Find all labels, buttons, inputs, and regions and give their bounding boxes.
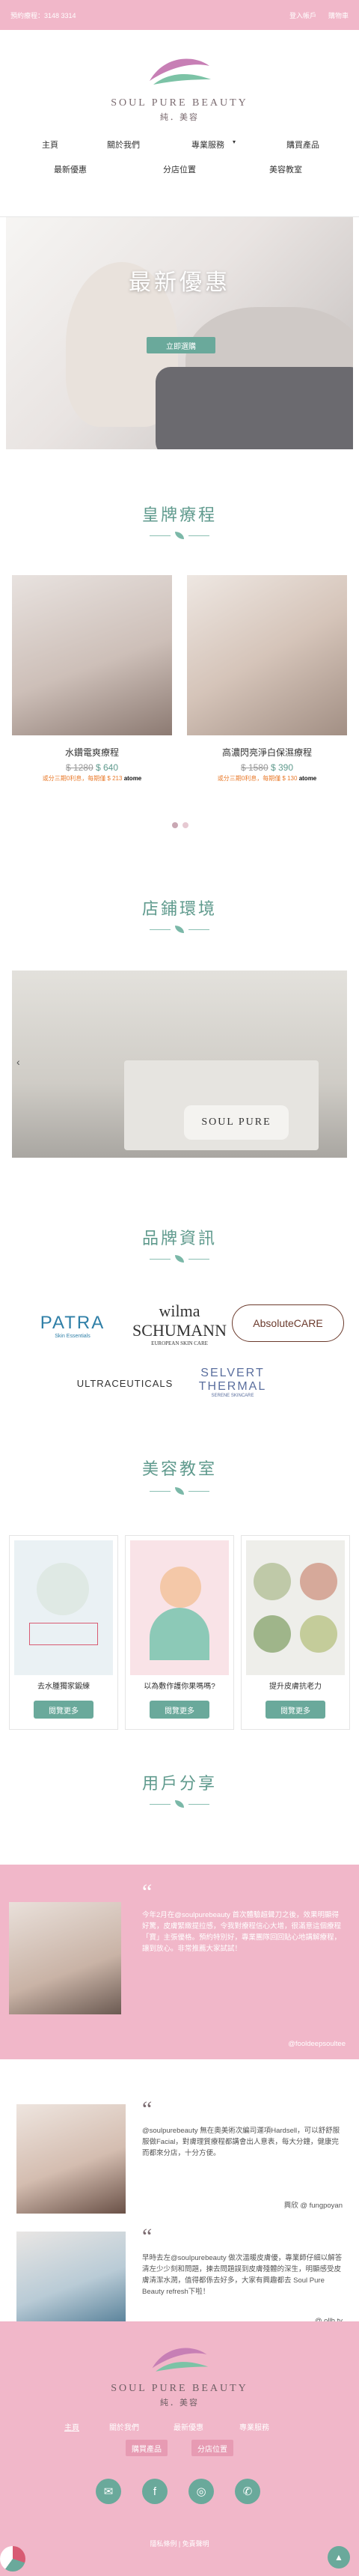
- leaf-divider-icon: [150, 926, 209, 933]
- read-more-button[interactable]: 閱覽更多: [150, 1701, 209, 1719]
- quote-icon: “: [142, 2224, 153, 2249]
- footer-branch-button[interactable]: 分店位置: [191, 2440, 233, 2456]
- footer-link[interactable]: 最新優惠: [174, 2421, 203, 2432]
- installment-note: 或分三期0利息，每期僅 $ 213: [42, 775, 123, 782]
- quote-icon: “: [142, 1880, 153, 1904]
- logo-en: SOUL PURE BEAUTY: [111, 97, 248, 109]
- installment-note: 或分三期0利息，每期僅 $ 130: [217, 775, 298, 782]
- new-price: $ 390: [271, 762, 294, 773]
- logo-cn: 純．美容: [160, 113, 199, 122]
- blog-title[interactable]: 去水腫獨家鍛練: [10, 1680, 117, 1691]
- old-price: $ 1280: [65, 762, 93, 773]
- footer-link[interactable]: 主頁: [64, 2421, 79, 2432]
- quote-icon: “: [142, 2097, 153, 2121]
- atome-logo: atome: [123, 775, 142, 782]
- nav-offers[interactable]: 最新優惠: [54, 163, 87, 175]
- read-more-button[interactable]: 閱覽更多: [266, 1701, 325, 1719]
- treatment-card[interactable]: 高濃閃亮淨白保濕療程 $ 1580 $ 390 或分三期0利息，每期僅 $ 13…: [187, 575, 347, 822]
- footer-link[interactable]: 關於我們: [109, 2421, 139, 2432]
- section-title-brands: 品牌資訊: [141, 1229, 217, 1248]
- whatsapp-icon[interactable]: ✆: [235, 2479, 260, 2504]
- footer-logo-en: SOUL PURE BEAUTY: [111, 2383, 248, 2394]
- site-header: SOUL PURE BEAUTY 純．美容 主頁 關於我們 專業服務 ▾ 購買產…: [0, 30, 359, 217]
- store-towel-label: SOUL PURE: [184, 1105, 289, 1140]
- section-title-store: 店鋪環境: [141, 899, 217, 918]
- carousel-dot[interactable]: [182, 822, 188, 828]
- leaf-divider-icon: [150, 1487, 209, 1495]
- leaf-divider-icon: [150, 1800, 209, 1808]
- treatment-name: 水鑽電爽療程: [64, 747, 119, 758]
- review-author: @fooldeepsoultee: [288, 2040, 346, 2048]
- review-author: 興欣 @ fungpoyan: [283, 2202, 343, 2210]
- nav-shop[interactable]: 購買產品: [286, 139, 319, 151]
- top-bar: 預約療程：3148 3314 登入帳戶 購物車: [0, 0, 359, 30]
- brand-absolutecare[interactable]: AbsoluteCARE: [232, 1304, 344, 1342]
- brand-patra[interactable]: PATRA Skin Essentials: [16, 1307, 129, 1344]
- nav-class[interactable]: 美容教室: [269, 163, 302, 175]
- hero-title: 最新優惠: [129, 270, 230, 295]
- leaf-divider-icon: [150, 532, 209, 539]
- hero-shop-button[interactable]: 立即選購: [147, 337, 215, 353]
- footer-logo-icon[interactable]: [142, 2341, 217, 2378]
- login-link[interactable]: 登入帳戶: [289, 10, 316, 20]
- old-price: $ 1580: [240, 762, 269, 773]
- store-photo: SOUL PURE: [12, 970, 347, 1158]
- review-photo: [16, 2104, 126, 2214]
- footer-link[interactable]: 專業服務: [239, 2421, 269, 2432]
- footer-logo-cn: 純．美容: [160, 2399, 199, 2408]
- review-text: 今年2月在@soulpurebeauty 首次體驗超聲刀之後，效果明顯得好驚，皮…: [142, 1911, 342, 1953]
- blog-title[interactable]: 以為敷作護你果嗎嗎?: [126, 1680, 233, 1691]
- blog-card[interactable]: 提升皮膚抗老力 閱覽更多: [241, 1535, 350, 1730]
- blog-card[interactable]: 以為敷作護你果嗎嗎? 閱覽更多: [125, 1535, 234, 1730]
- brand-wilma[interactable]: wilma SCHUMANN EUROPEAN SKIN CARE: [132, 1301, 227, 1346]
- cart-link[interactable]: 購物車: [328, 10, 349, 20]
- section-title-class: 美容教室: [141, 1459, 217, 1478]
- nav-branches[interactable]: 分店位置: [163, 163, 196, 175]
- nav-services[interactable]: 專業服務: [191, 139, 224, 151]
- section-title-share: 用戶分享: [141, 1774, 217, 1793]
- back-to-top-icon[interactable]: ▲: [328, 2546, 350, 2569]
- review-text: 早時去左@soulpurebeauty 做次溫暖皮膚優，專業師仔細以解答清左少少…: [142, 2254, 343, 2296]
- facebook-icon[interactable]: f: [142, 2479, 168, 2504]
- blog-card[interactable]: 去水腫獨家鍛練 閱覽更多: [9, 1535, 118, 1730]
- site-footer: SOUL PURE BEAUTY 純．美容 主頁 關於我們 最新優惠 專業服務 …: [0, 2321, 359, 2576]
- chevron-down-icon[interactable]: ▾: [233, 139, 236, 145]
- accessibility-icon[interactable]: [0, 2546, 25, 2572]
- hero-banner: [6, 217, 353, 449]
- section-title-signature: 皇牌療程: [141, 505, 217, 524]
- brand-logo-icon[interactable]: [142, 51, 217, 92]
- chevron-left-icon[interactable]: ‹: [16, 1056, 20, 1068]
- email-icon[interactable]: ✉: [96, 2479, 121, 2504]
- treatment-card[interactable]: 水鑽電爽療程 $ 1280 $ 640 或分三期0利息，每期僅 $ 213 at…: [12, 575, 172, 822]
- footer-copyright[interactable]: 隱私條例 | 免責聲明: [0, 2539, 359, 2548]
- treatment-name: 高濃閃亮淨白保濕療程: [221, 747, 312, 758]
- review-photo: [9, 1902, 121, 2014]
- footer-shop-button[interactable]: 購買產品: [126, 2440, 168, 2456]
- instagram-icon[interactable]: ◎: [188, 2479, 214, 2504]
- nav-home[interactable]: 主頁: [42, 139, 58, 151]
- blog-title[interactable]: 提升皮膚抗老力: [242, 1680, 349, 1691]
- phone-text[interactable]: 預約療程：3148 3314: [10, 10, 76, 20]
- review-text: @soulpurebeauty 無在奧美術次編司運項Hardsell，可以舒舒服…: [142, 2127, 340, 2157]
- atome-logo: atome: [298, 775, 317, 782]
- nav-about[interactable]: 關於我們: [107, 139, 140, 151]
- carousel-dot[interactable]: [172, 822, 178, 828]
- brand-selvert[interactable]: SELVERT THERMAL SERENE SKINCARE: [184, 1363, 281, 1402]
- new-price: $ 640: [96, 762, 119, 773]
- brand-ultraceuticals[interactable]: ULTRACEUTICALS: [69, 1372, 181, 1394]
- leaf-divider-icon: [150, 1255, 209, 1263]
- read-more-button[interactable]: 閱覽更多: [34, 1701, 93, 1719]
